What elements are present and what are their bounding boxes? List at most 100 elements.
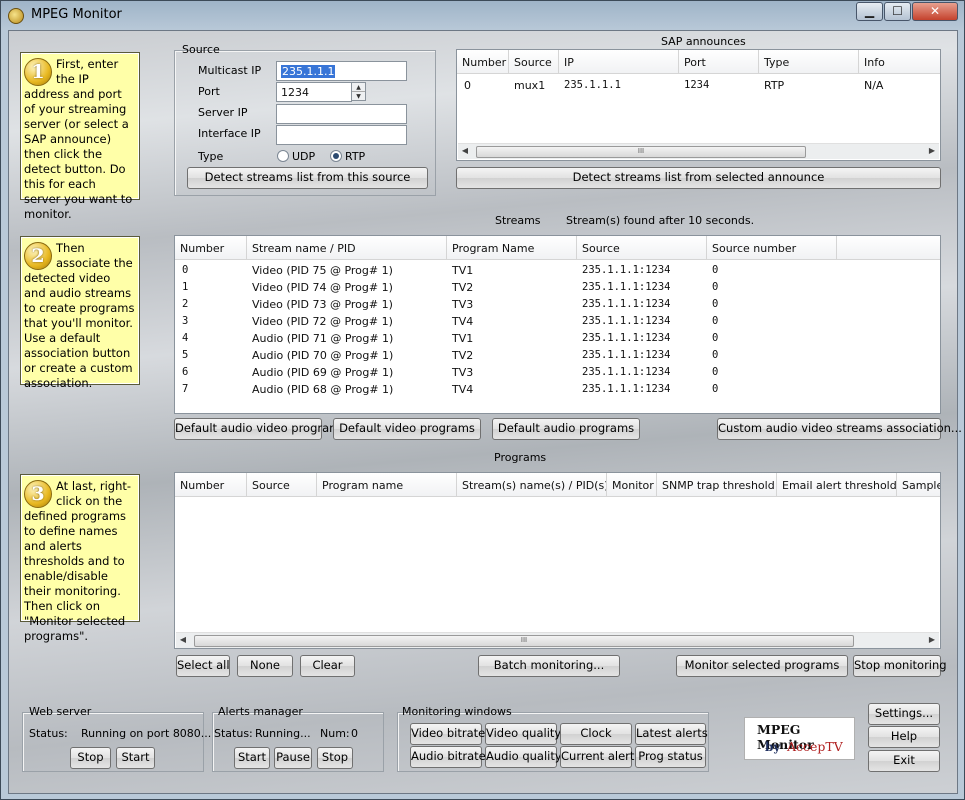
programs-col-number[interactable]: Number (175, 473, 247, 497)
port-field[interactable]: 1234 (276, 82, 352, 102)
table-cell: 0 (712, 315, 719, 327)
sap-col-port[interactable]: Port (679, 50, 759, 74)
table-cell: 235.1.1.1:1234 (582, 332, 671, 344)
programs-hscrollbar[interactable]: ◀ III ▶ (176, 632, 939, 648)
table-cell: Video (PID 72 @ Prog# 1) (252, 315, 393, 328)
type-label: Type (198, 150, 224, 163)
custom-association-button[interactable]: Custom audio video streams association..… (717, 418, 962, 440)
scroll-left-icon[interactable]: ◀ (459, 146, 471, 155)
table-cell: 3 (182, 315, 189, 327)
help-button[interactable]: Help (868, 726, 940, 748)
alerts-pause-button[interactable]: Pause (274, 747, 312, 769)
prog-status-button[interactable]: Prog status (635, 746, 706, 768)
spin-up-icon[interactable]: ▲ (352, 83, 365, 92)
step-1-icon: 1 (24, 58, 52, 86)
none-button[interactable]: None (237, 655, 293, 677)
scroll-right-icon[interactable]: ▶ (926, 635, 938, 644)
app-icon (8, 8, 24, 24)
maximize-button[interactable]: ☐ (884, 2, 911, 21)
default-video-programs-button[interactable]: Default video programs (333, 418, 481, 440)
default-audio-programs-button[interactable]: Default audio programs (492, 418, 640, 440)
latest-alerts-button[interactable]: Latest alerts (635, 723, 708, 745)
streams-list[interactable]: Number Stream name / PID Program Name So… (174, 235, 941, 414)
interface-ip-field[interactable] (276, 125, 407, 145)
sap-col-info[interactable]: Info (859, 50, 940, 74)
streams-col-source[interactable]: Source (577, 236, 707, 260)
programs-list[interactable]: Number Source Program name Stream(s) nam… (174, 472, 941, 649)
table-cell: 7 (182, 383, 189, 395)
streams-col-program[interactable]: Program Name (447, 236, 577, 260)
sap-cell: RTP (764, 79, 785, 92)
clock-button[interactable]: Clock (560, 723, 632, 745)
streams-col-source-number[interactable]: Source number (707, 236, 837, 260)
default-av-programs-button[interactable]: Default audio video programs (174, 418, 346, 440)
scroll-right-icon[interactable]: ▶ (926, 146, 938, 155)
rtp-radio[interactable] (330, 150, 342, 162)
web-server-group (22, 712, 204, 772)
alerts-num-value: 0 (351, 727, 358, 740)
web-server-stop-button[interactable]: Stop (70, 747, 111, 769)
sap-hscrollbar[interactable]: ◀ III ▶ (458, 143, 939, 159)
streams-col-name[interactable]: Stream name / PID (247, 236, 447, 260)
audio-quality-button[interactable]: Audio quality (485, 746, 562, 768)
alerts-start-button[interactable]: Start (234, 747, 270, 769)
programs-col-name[interactable]: Program name (317, 473, 457, 497)
scroll-left-icon[interactable]: ◀ (177, 635, 189, 644)
detect-source-button[interactable]: Detect streams list from this source (187, 167, 428, 189)
detect-announce-button[interactable]: Detect streams list from selected announ… (456, 167, 941, 189)
batch-monitoring-button[interactable]: Batch monitoring... (478, 655, 620, 677)
sap-col-source[interactable]: Source (509, 50, 559, 74)
streams-title: Streams (495, 214, 541, 227)
scroll-thumb[interactable]: III (194, 635, 854, 647)
multicast-ip-field[interactable]: 235.1.1.1 (276, 61, 407, 81)
programs-col-streams[interactable]: Stream(s) name(s) / PID(s) (457, 473, 607, 497)
main-window: MPEG Monitor ▁ ☐ ✕ 1 First, enter the IP… (0, 0, 965, 800)
udp-label[interactable]: UDP (292, 150, 315, 163)
sap-col-type[interactable]: Type (759, 50, 859, 74)
table-cell: 0 (182, 264, 189, 276)
stop-monitoring-button[interactable]: Stop monitoring (853, 655, 947, 677)
help-note-step3: 3 At last, right-click on the defined pr… (20, 474, 140, 643)
server-ip-field[interactable] (276, 104, 407, 124)
programs-col-source[interactable]: Source (247, 473, 317, 497)
alerts-stop-button[interactable]: Stop (317, 747, 353, 769)
table-cell: 235.1.1.1:1234 (582, 349, 671, 361)
audio-bitrate-button[interactable]: Audio bitrate (410, 746, 486, 768)
sap-list[interactable]: Number Source IP Port Type Info 0 mux1 2… (456, 49, 941, 161)
window-title: MPEG Monitor (31, 7, 122, 22)
port-label: Port (198, 85, 220, 98)
exit-button[interactable]: Exit (868, 750, 940, 772)
minimize-button[interactable]: ▁ (856, 2, 883, 21)
programs-col-snmp[interactable]: SNMP trap threshold (657, 473, 777, 497)
table-cell: TV4 (452, 315, 474, 328)
scroll-thumb[interactable]: III (476, 146, 806, 158)
table-cell: Audio (PID 68 @ Prog# 1) (252, 383, 394, 396)
table-cell: Audio (PID 69 @ Prog# 1) (252, 366, 394, 379)
title-bar: MPEG Monitor ▁ ☐ ✕ (1, 1, 964, 29)
port-spinner[interactable]: ▲ ▼ (351, 82, 366, 101)
spin-down-icon[interactable]: ▼ (352, 92, 365, 101)
table-cell: TV2 (452, 281, 474, 294)
sap-col-number[interactable]: Number (457, 50, 509, 74)
streams-col-number[interactable]: Number (175, 236, 247, 260)
select-all-button[interactable]: Select all (176, 655, 230, 677)
clear-button[interactable]: Clear (300, 655, 355, 677)
close-button[interactable]: ✕ (912, 2, 958, 21)
current-alerts-button[interactable]: Current alerts (560, 746, 640, 768)
video-bitrate-button[interactable]: Video bitrate (410, 723, 485, 745)
udp-radio[interactable] (277, 150, 289, 162)
table-cell: TV4 (452, 383, 474, 396)
programs-col-sample[interactable]: Sample (897, 473, 940, 497)
table-cell: Audio (PID 71 @ Prog# 1) (252, 332, 394, 345)
video-quality-button[interactable]: Video quality (485, 723, 561, 745)
table-cell: 0 (712, 366, 719, 378)
settings-button[interactable]: Settings... (868, 703, 940, 725)
web-server-start-button[interactable]: Start (116, 747, 155, 769)
table-cell: 6 (182, 366, 189, 378)
programs-col-email[interactable]: Email alert threshold (777, 473, 897, 497)
monitor-selected-button[interactable]: Monitor selected programs (676, 655, 848, 677)
rtp-label[interactable]: RTP (345, 150, 365, 163)
programs-col-monitor[interactable]: Monitor (607, 473, 657, 497)
sap-col-ip[interactable]: IP (559, 50, 679, 74)
table-cell: Video (PID 73 @ Prog# 1) (252, 298, 393, 311)
